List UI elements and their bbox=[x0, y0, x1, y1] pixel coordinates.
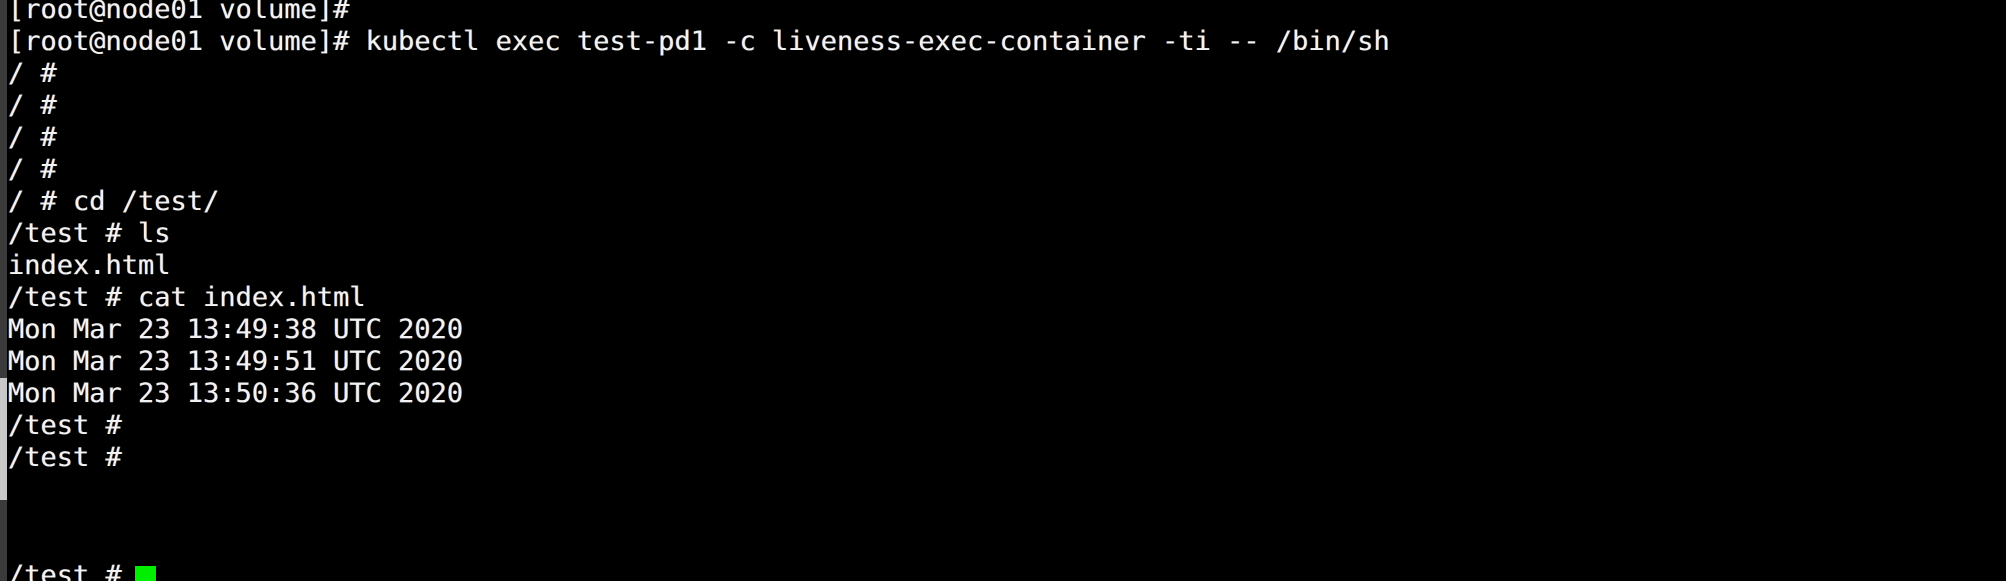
terminal-line: /test # bbox=[8, 410, 122, 441]
terminal-screen[interactable]: [root@node01 volume]# [root@node01 volum… bbox=[0, 0, 2006, 581]
terminal-line: / # cd /test/ bbox=[8, 186, 220, 217]
scrollbar-thumb[interactable] bbox=[0, 378, 7, 500]
terminal-line: index.html bbox=[8, 250, 171, 281]
terminal-line: /test # bbox=[8, 442, 122, 473]
terminal-line: / # bbox=[8, 122, 57, 153]
scrollbar-track[interactable] bbox=[0, 0, 7, 581]
terminal-line-partial: /test # bbox=[8, 560, 122, 581]
terminal-line: / # bbox=[8, 90, 57, 121]
terminal-line: /test # ls bbox=[8, 218, 171, 249]
terminal-line: Mon Mar 23 13:49:51 UTC 2020 bbox=[8, 346, 464, 377]
text-cursor bbox=[135, 566, 156, 581]
terminal-window[interactable]: [root@node01 volume]# [root@node01 volum… bbox=[0, 0, 2006, 581]
terminal-line: Mon Mar 23 13:49:38 UTC 2020 bbox=[8, 314, 464, 345]
terminal-line: [root@node01 volume]# kubectl exec test-… bbox=[8, 26, 1390, 57]
terminal-line: [root@node01 volume]# bbox=[8, 0, 350, 25]
terminal-line: / # bbox=[8, 58, 57, 89]
terminal-line: /test # cat index.html bbox=[8, 282, 366, 313]
terminal-line: / # bbox=[8, 154, 57, 185]
terminal-line: Mon Mar 23 13:50:36 UTC 2020 bbox=[8, 378, 464, 409]
